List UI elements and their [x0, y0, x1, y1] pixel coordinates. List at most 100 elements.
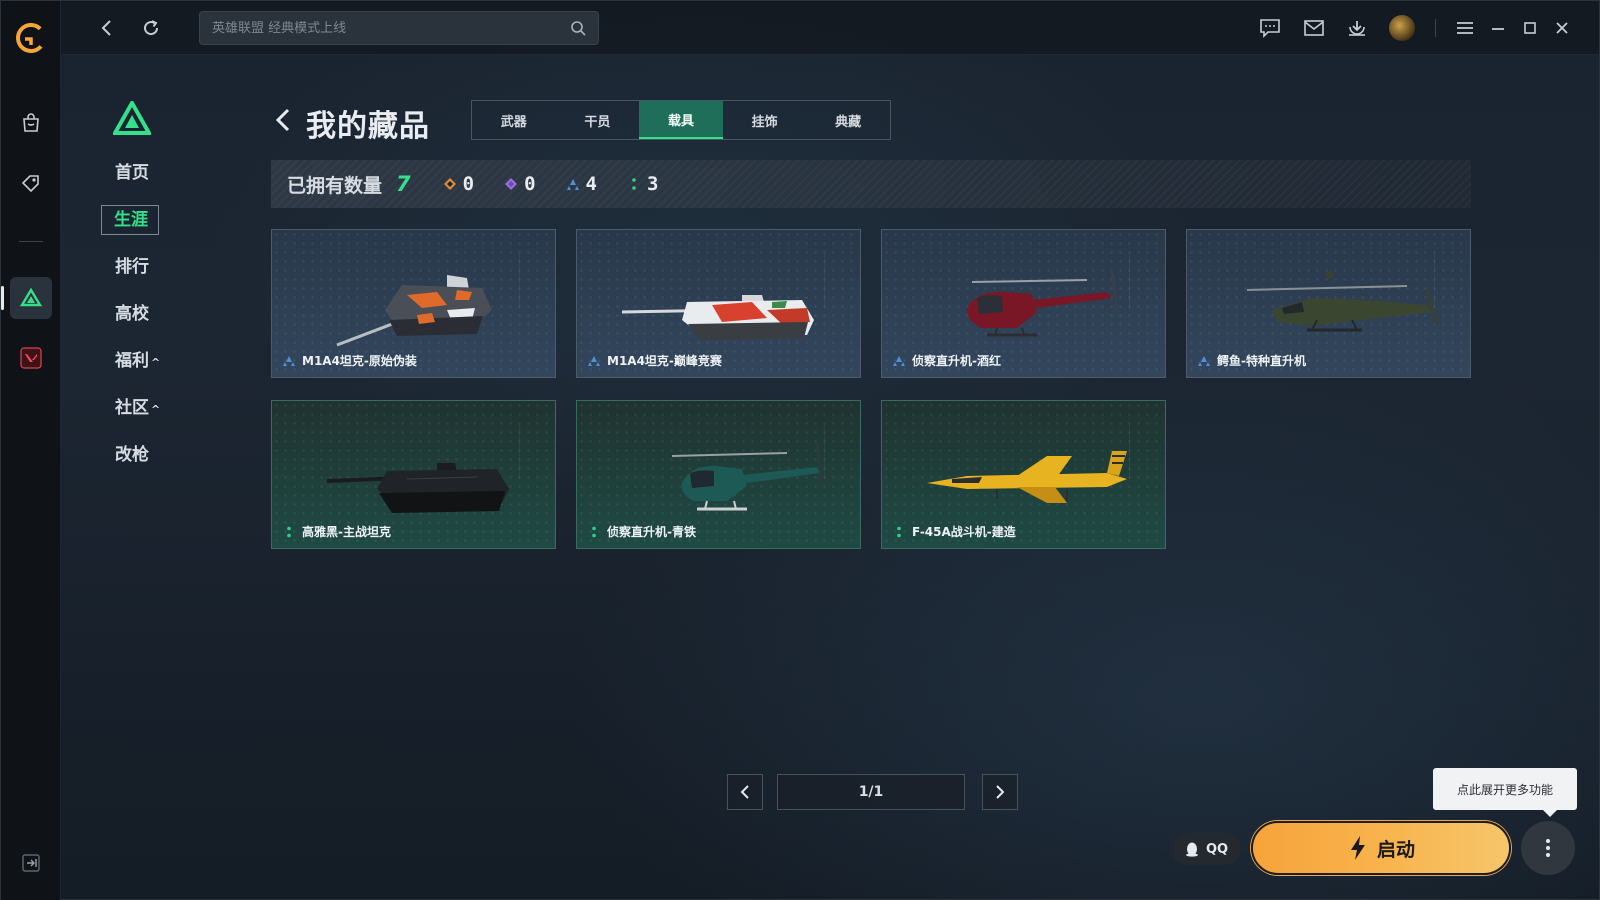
top-bar: [61, 1, 1599, 55]
qq-login-button[interactable]: QQ: [1171, 833, 1241, 865]
chat-icon[interactable]: [1258, 16, 1282, 40]
page-title: 我的藏品: [306, 109, 430, 144]
heli-red-image: [967, 269, 1119, 337]
back-icon[interactable]: [95, 16, 119, 40]
jet-yellow-image: [927, 451, 1127, 503]
tab-operators[interactable]: 干员: [556, 101, 640, 139]
more-options-button[interactable]: [1521, 821, 1575, 875]
app-window: 首页 生涯 排行 高校 福利^ 社区^ 改枪 我的藏品 武器 干员 载具 挂饰 …: [0, 0, 1600, 900]
vehicle-card[interactable]: 侦察直升机-酒红: [881, 229, 1166, 378]
search-input[interactable]: [212, 20, 570, 36]
nav-gun-mod[interactable]: 改枪: [101, 443, 181, 467]
close-icon[interactable]: [1550, 16, 1574, 40]
collapse-sidebar-icon[interactable]: [21, 853, 41, 873]
search-bar[interactable]: [199, 11, 599, 45]
vehicle-name: F-45A战斗机-建造: [892, 523, 1016, 540]
vehicle-name: 侦察直升机-青铁: [587, 523, 696, 540]
tank-race-image: [621, 295, 814, 340]
nav-welfare[interactable]: 福利 ^: [101, 349, 181, 373]
vehicle-name: 高雅黑-主战坦克: [282, 523, 391, 540]
heli-apache-image: [1246, 271, 1439, 332]
delta-force-game-icon[interactable]: [10, 277, 52, 319]
vehicle-card[interactable]: 高雅黑-主战坦克: [271, 400, 556, 549]
chevron-right-icon: [996, 785, 1005, 799]
rarity-blue-icon: [893, 355, 905, 366]
nav-label: 高校: [115, 304, 149, 324]
count-value: 0: [462, 173, 475, 195]
vehicle-name-text: M1A4坦克-原始伪装: [302, 354, 417, 368]
vehicle-card[interactable]: M1A4坦克-巅峰竞赛: [576, 229, 861, 378]
refresh-icon[interactable]: [139, 16, 163, 40]
vehicle-name: M1A4坦克-原始伪装: [282, 352, 417, 369]
heli-teal-image: [671, 442, 824, 511]
vehicle-card[interactable]: 侦察直升机-青铁: [576, 400, 861, 549]
next-page-button[interactable]: [982, 774, 1018, 810]
tab-vehicles[interactable]: 载具: [639, 101, 723, 139]
rarity-count-purple: 0: [504, 173, 536, 195]
nav-label: 首页: [115, 163, 149, 183]
tank-camo-image: [336, 275, 492, 347]
lightning-icon: [1350, 836, 1365, 860]
rarity-green-icon: [897, 526, 901, 537]
nav-label: 排行: [115, 257, 149, 277]
rarity-blue-icon: [588, 355, 600, 366]
vehicle-name: 鳄鱼-特种直升机: [1197, 352, 1306, 369]
launch-button[interactable]: 启动: [1251, 821, 1511, 875]
prev-page-button[interactable]: [727, 774, 763, 810]
owned-total: 7: [396, 172, 411, 196]
tag-icon[interactable]: [10, 162, 52, 204]
minimize-icon[interactable]: [1486, 16, 1510, 40]
rarity-count-blue: 4: [566, 173, 597, 195]
download-icon[interactable]: [1345, 16, 1369, 40]
dots-green-icon: [632, 178, 636, 190]
nav-ranking[interactable]: 排行: [101, 255, 181, 279]
count-value: 0: [524, 173, 536, 195]
vertical-dots-icon: [1546, 839, 1550, 857]
tab-collection[interactable]: 典藏: [806, 101, 890, 139]
rail-active-indicator: [1, 286, 4, 310]
count-value: 4: [585, 173, 597, 195]
menu-icon[interactable]: [1453, 16, 1477, 40]
rarity-green-icon: [287, 526, 291, 537]
vehicle-name-text: F-45A战斗机-建造: [912, 525, 1016, 539]
rarity-count-orange: 0: [443, 173, 474, 195]
nav-label: 福利: [115, 351, 149, 371]
app-logo-icon[interactable]: [14, 21, 48, 55]
tab-charms[interactable]: 挂饰: [723, 101, 807, 139]
rarity-blue-icon: [1198, 355, 1210, 366]
nav-home[interactable]: 首页: [101, 161, 181, 185]
mail-icon[interactable]: [1302, 16, 1326, 40]
vehicle-name-text: M1A4坦克-巅峰竞赛: [607, 354, 722, 368]
vehicle-grid: M1A4坦克-原始伪装 M1A4坦克-巅峰竞赛 侦察直升机-酒红 鳄鱼-特种直升…: [271, 229, 1471, 549]
vehicle-card[interactable]: 鳄鱼-特种直升机: [1186, 229, 1471, 378]
qq-label: QQ: [1205, 841, 1229, 857]
store-bag-icon[interactable]: [10, 102, 52, 144]
page-back-icon[interactable]: [273, 106, 293, 134]
caret-up-icon: ^: [151, 356, 161, 369]
chevron-left-icon: [740, 785, 749, 799]
vehicle-name-text: 高雅黑-主战坦克: [302, 525, 391, 539]
nav-label: 生涯: [114, 210, 148, 230]
user-avatar[interactable]: [1389, 15, 1415, 41]
maximize-icon[interactable]: [1518, 16, 1542, 40]
rarity-count-green: 3: [627, 173, 658, 195]
chevron-blue-icon: [566, 179, 579, 190]
rail-divider: [19, 241, 43, 242]
vehicle-name: 侦察直升机-酒红: [892, 352, 1001, 369]
vehicle-card[interactable]: M1A4坦克-原始伪装: [271, 229, 556, 378]
nav-campus[interactable]: 高校: [101, 302, 181, 326]
valorant-game-icon[interactable]: [10, 337, 52, 379]
more-functions-tooltip: 点此展开更多功能: [1433, 768, 1577, 817]
owned-summary: 已拥有数量 7 0 0 4 3: [271, 160, 1471, 208]
nav-community[interactable]: 社区 ^: [101, 396, 181, 420]
vehicle-card[interactable]: F-45A战斗机-建造: [881, 400, 1166, 549]
topbar-separator: [1435, 19, 1436, 37]
vehicle-name: M1A4坦克-巅峰竞赛: [587, 352, 722, 369]
qq-penguin-icon: [1185, 842, 1198, 857]
vehicle-name-text: 侦察直升机-酒红: [912, 354, 1001, 368]
nav-career[interactable]: 生涯: [101, 205, 159, 235]
tab-weapons[interactable]: 武器: [472, 101, 556, 139]
search-icon[interactable]: [570, 20, 586, 36]
caret-up-icon: ^: [151, 403, 161, 416]
left-rail: [1, 1, 61, 900]
